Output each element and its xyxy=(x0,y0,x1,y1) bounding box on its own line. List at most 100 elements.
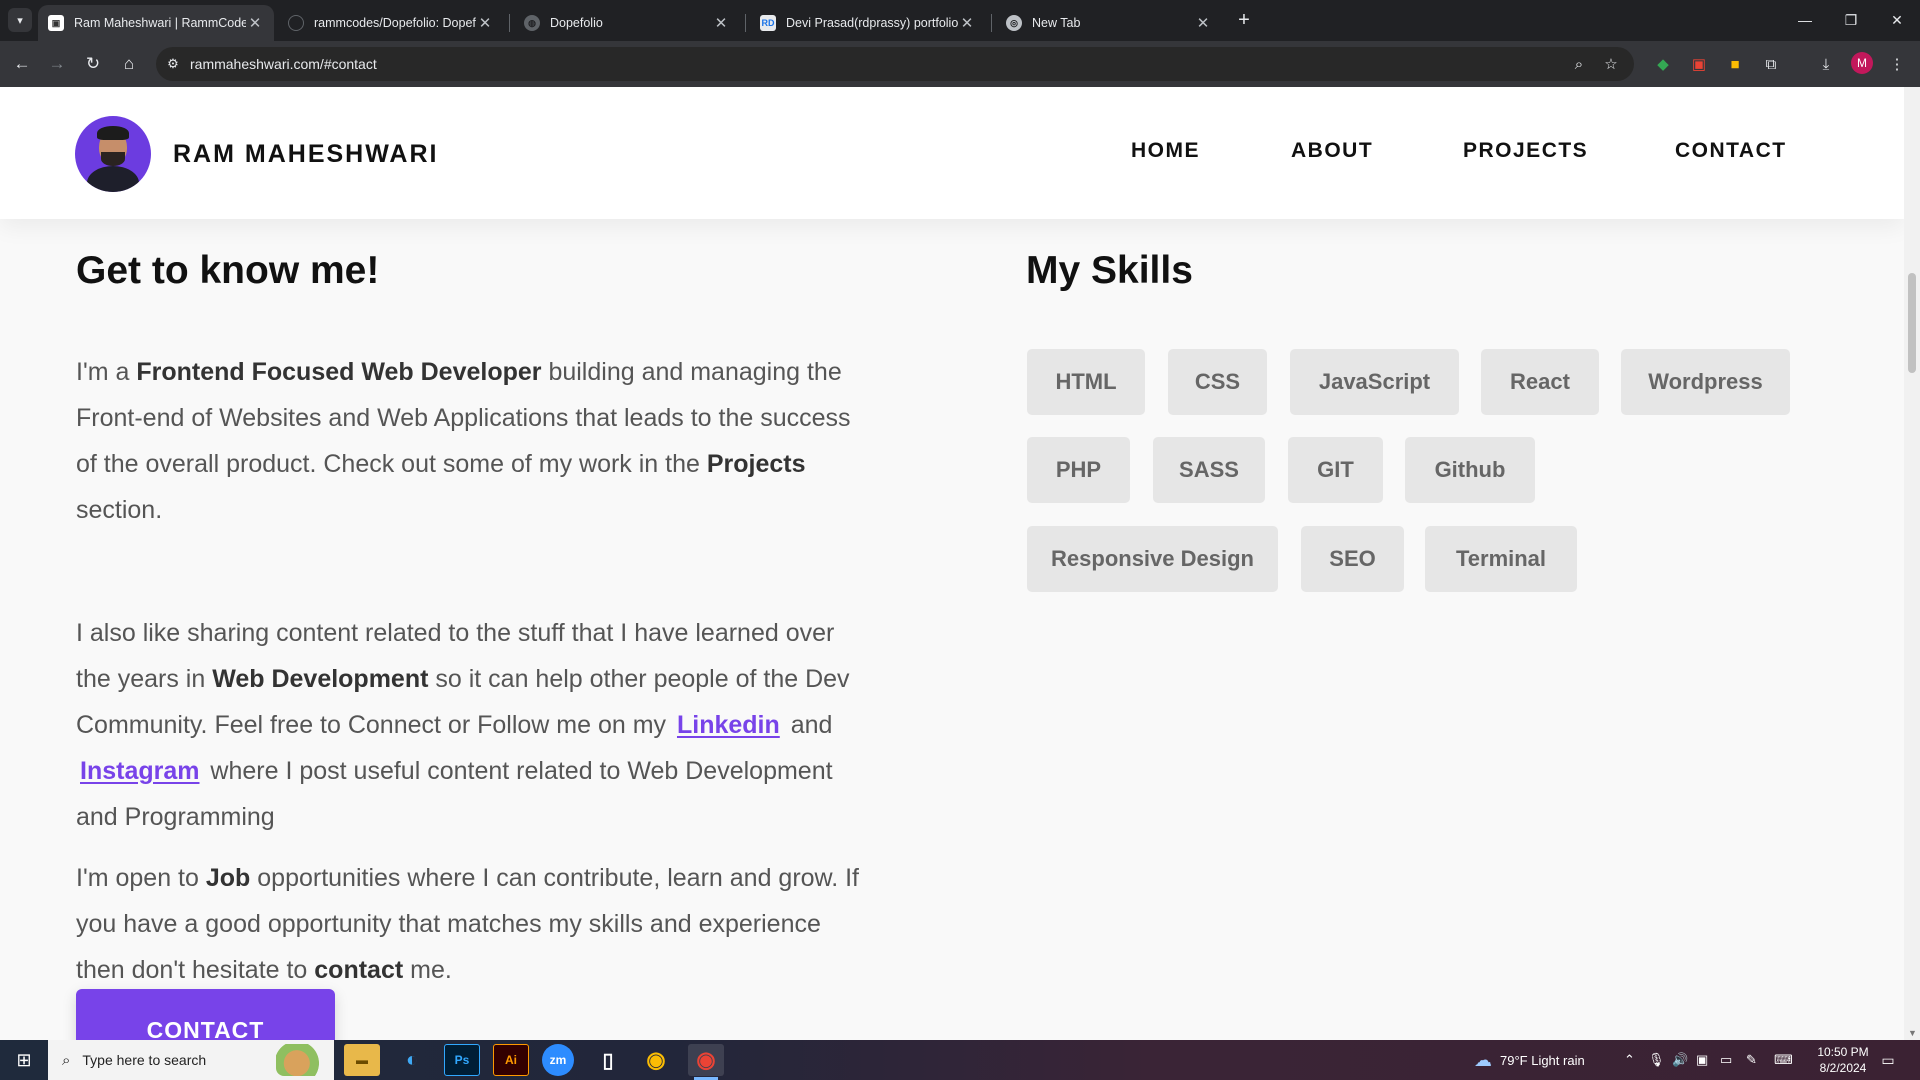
about-paragraph-2: I also like sharing content related to t… xyxy=(76,619,850,831)
extension-red-icon[interactable]: ▣ xyxy=(1688,53,1710,75)
search-highlight-illustration xyxy=(276,1044,328,1076)
reload-button[interactable]: ↻ xyxy=(78,49,108,79)
browser-toolbar: ← → ↻ ⌂ ⚙ rammaheshwari.com/#contact ⌕ ☆… xyxy=(0,41,1920,87)
chevron-down-icon: ▾ xyxy=(17,14,23,27)
edge-icon[interactable]: ◐ xyxy=(394,1044,430,1076)
browser-tab-1[interactable]: ▣ Ram Maheshwari | RammCodes ✕ xyxy=(38,5,274,41)
close-window-button[interactable]: ✕ xyxy=(1874,0,1920,40)
tab-title: Devi Prasad(rdprassy) portfolio xyxy=(786,16,958,30)
browser-tabstrip: ▾ ▣ Ram Maheshwari | RammCodes ✕ rammcod… xyxy=(0,0,1920,41)
about-heading: Get to know me! xyxy=(76,249,380,292)
portfolio-favicon-icon: ▣ xyxy=(48,15,64,31)
restore-button[interactable]: ❐ xyxy=(1828,0,1874,40)
new-tab-button[interactable]: + xyxy=(1232,8,1256,32)
arrow-left-icon: ← xyxy=(13,54,31,73)
browser-tab-2[interactable]: rammcodes/Dopefolio: Dopefolio ✕ xyxy=(278,5,504,41)
show-hidden-icons-button[interactable]: ⌃ xyxy=(1624,1040,1635,1080)
tab-separator xyxy=(745,14,746,32)
tab-separator xyxy=(991,14,992,32)
close-icon[interactable]: ✕ xyxy=(246,14,264,32)
tab-title: rammcodes/Dopefolio: Dopefolio xyxy=(314,16,476,30)
linkedin-link[interactable]: Linkedin xyxy=(673,711,784,739)
url-text[interactable]: rammaheshwari.com/#contact xyxy=(190,56,377,72)
os-taskbar: ⊞ ⌕ Type here to search ▬ ◐ Ps Ai zm ▯ ◉… xyxy=(0,1040,1920,1080)
network-icon[interactable]: ▭ xyxy=(1720,1040,1732,1080)
clock-date: 8/2/2024 xyxy=(1819,1061,1867,1075)
tab-title: Dopefolio xyxy=(550,16,603,30)
nav-about-link[interactable]: ABOUT xyxy=(1291,139,1373,163)
extension-folder-icon[interactable]: ■ xyxy=(1724,53,1746,75)
contact-button[interactable]: CONTACT xyxy=(76,989,335,1040)
bookmark-star-icon[interactable]: ☆ xyxy=(1596,47,1626,81)
skill-chip: Github xyxy=(1405,437,1535,503)
nav-home-link[interactable]: HOME xyxy=(1131,139,1200,163)
taskbar-search-box[interactable]: ⌕ Type here to search xyxy=(48,1040,334,1080)
profile-avatar[interactable]: M xyxy=(1851,52,1873,74)
close-icon[interactable]: ✕ xyxy=(476,14,494,32)
close-icon[interactable]: ✕ xyxy=(958,14,976,32)
zoom-app-icon[interactable]: zm xyxy=(542,1044,574,1076)
browser-tab-4[interactable]: RD Devi Prasad(rdprassy) portfolio ✕ xyxy=(750,5,986,41)
page-viewport: RAM MAHESHWARI HOME ABOUT PROJECTS CONTA… xyxy=(0,87,1920,1040)
instagram-link[interactable]: Instagram xyxy=(76,757,203,785)
scrollbar-thumb[interactable] xyxy=(1908,273,1916,373)
notification-center-button[interactable]: ▭ xyxy=(1876,1048,1900,1072)
close-icon[interactable]: ✕ xyxy=(1194,14,1212,32)
skill-chip: SASS xyxy=(1153,437,1265,503)
arrow-right-icon: → xyxy=(48,54,66,73)
page-scrollbar[interactable]: ▼ xyxy=(1904,87,1920,1040)
file-explorer-icon[interactable]: ▬ xyxy=(344,1044,380,1076)
github-favicon-icon xyxy=(288,15,304,31)
zoom-icon[interactable]: ⌕ xyxy=(1564,47,1594,81)
chrome-profile-icon[interactable]: ◉ xyxy=(688,1044,724,1080)
back-button[interactable]: ← xyxy=(7,49,37,79)
extension-colorful-icon[interactable]: ◆ xyxy=(1652,53,1674,75)
chrome-icon[interactable]: ◉ xyxy=(638,1044,674,1076)
tab-title: Ram Maheshwari | RammCodes xyxy=(74,16,246,30)
tab-search-button[interactable]: ▾ xyxy=(8,8,32,32)
microphone-icon[interactable]: 🎙 xyxy=(1648,1040,1665,1080)
reload-icon: ↻ xyxy=(85,54,101,73)
extensions-puzzle-icon[interactable]: ⧉ xyxy=(1760,53,1782,75)
skill-chip: CSS xyxy=(1168,349,1267,415)
kebab-menu-icon[interactable]: ⋮ xyxy=(1886,53,1908,75)
minimize-icon: — xyxy=(1798,12,1812,28)
taskbar-clock[interactable]: 10:50 PM 8/2/2024 xyxy=(1808,1044,1878,1076)
restore-icon: ❐ xyxy=(1844,11,1858,28)
plus-icon: + xyxy=(1238,8,1250,31)
close-icon[interactable]: ✕ xyxy=(712,14,730,32)
webcam-icon[interactable]: ▣ xyxy=(1696,1040,1708,1080)
weather-widget[interactable]: ☁ 79°F Light rain xyxy=(1474,1040,1585,1080)
address-bar[interactable]: ⚙ rammaheshwari.com/#contact ⌕ ☆ xyxy=(156,47,1634,81)
volume-icon[interactable]: 🔊 xyxy=(1672,1040,1688,1080)
keyboard-icon[interactable]: ⌨ xyxy=(1774,1040,1793,1080)
browser-tab-3[interactable]: ◍ Dopefolio ✕ xyxy=(514,5,740,41)
download-icon[interactable]: ⤓ xyxy=(1815,53,1837,75)
notepad-document-icon[interactable]: ▯ xyxy=(590,1044,626,1076)
nav-contact-link[interactable]: CONTACT xyxy=(1675,139,1787,163)
skill-chip: SEO xyxy=(1301,526,1404,592)
photoshop-icon[interactable]: Ps xyxy=(444,1044,480,1076)
scroll-down-arrow-icon[interactable]: ▼ xyxy=(1908,1028,1917,1038)
skill-chip: GIT xyxy=(1288,437,1383,503)
skill-chip: Wordpress xyxy=(1621,349,1790,415)
illustrator-icon[interactable]: Ai xyxy=(493,1044,529,1076)
site-header: RAM MAHESHWARI HOME ABOUT PROJECTS CONTA… xyxy=(0,87,1904,219)
start-button[interactable]: ⊞ xyxy=(0,1040,48,1080)
home-button[interactable]: ⌂ xyxy=(114,49,144,79)
site-info-icon[interactable]: ⚙ xyxy=(156,56,190,72)
forward-button[interactable]: → xyxy=(42,49,72,79)
home-icon: ⌂ xyxy=(123,54,135,73)
site-logo[interactable]: RAM MAHESHWARI xyxy=(75,116,439,192)
browser-tab-5[interactable]: ◎ New Tab ✕ xyxy=(996,5,1222,41)
minimize-button[interactable]: — xyxy=(1782,0,1828,40)
cloud-rain-icon: ☁ xyxy=(1474,1049,1492,1070)
search-icon: ⌕ xyxy=(62,1051,71,1069)
skill-chip: React xyxy=(1481,349,1599,415)
taskbar-search-placeholder: Type here to search xyxy=(82,1052,207,1068)
brand-name: RAM MAHESHWARI xyxy=(173,139,439,168)
nav-projects-link[interactable]: PROJECTS xyxy=(1463,139,1588,163)
pen-icon[interactable]: ✎ xyxy=(1746,1040,1757,1080)
skill-chip: JavaScript xyxy=(1290,349,1459,415)
skill-chip: HTML xyxy=(1027,349,1145,415)
